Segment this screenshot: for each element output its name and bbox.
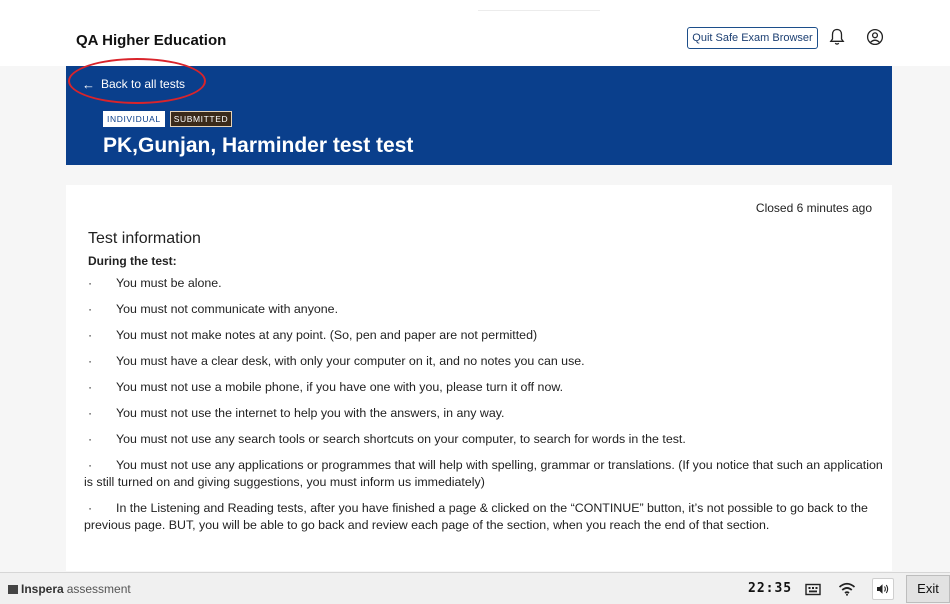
rule-item: · You must not use a mobile phone, if you… — [88, 380, 564, 394]
section-title: Test information — [88, 230, 201, 247]
inspera-logo: Inspera assessment — [8, 582, 131, 596]
back-to-all-tests-link[interactable]: ← Back to all tests — [82, 77, 185, 91]
keyboard-layout-icon[interactable] — [804, 581, 822, 597]
rule-item: · You must not communicate with anyone. — [88, 302, 339, 316]
rule-item: · You must not use the internet to help y… — [88, 406, 505, 420]
test-header-banner: ← Back to all tests INDIVIDUAL SUBMITTED… — [66, 66, 892, 165]
test-information-card: Closed 6 minutes ago Test information Du… — [66, 185, 892, 571]
clock: 22:35 — [748, 581, 793, 596]
rule-item: · You must have a clear desk, with only y… — [88, 354, 585, 368]
quit-safe-exam-browser-button[interactable]: Quit Safe Exam Browser — [687, 27, 818, 49]
test-title: PK,Gunjan, Harminder test test — [103, 134, 414, 157]
exam-browser-taskbar: Inspera assessment 22:35 Exit — [0, 572, 950, 604]
exit-button[interactable]: Exit — [906, 575, 950, 603]
rule-item: · You must not make notes at any point. (… — [88, 328, 538, 342]
rule-item: · You must be alone. — [88, 276, 222, 290]
page: QA Higher Education Quit Safe Exam Brows… — [0, 0, 950, 604]
top-bar: QA Higher Education Quit Safe Exam Brows… — [0, 0, 950, 66]
rule-item: · In the Listening and Reading tests, aft… — [84, 501, 868, 532]
rule-item: · You must not use any search tools or se… — [88, 432, 686, 446]
volume-icon[interactable] — [872, 578, 894, 600]
inspera-logo-icon — [8, 584, 18, 594]
submitted-badge: SUBMITTED — [169, 111, 233, 127]
divider — [478, 10, 600, 11]
badge-group: INDIVIDUAL SUBMITTED — [103, 111, 233, 127]
rules-subheading: During the test: — [88, 254, 177, 268]
rule-item: · You must not use any applications or pr… — [84, 458, 883, 489]
app-title: QA Higher Education — [76, 32, 227, 49]
arrow-left-icon: ← — [82, 76, 95, 92]
user-circle-icon[interactable] — [864, 26, 886, 48]
back-link-label: Back to all tests — [101, 77, 186, 91]
status-text: Closed 6 minutes ago — [755, 201, 872, 215]
bell-icon[interactable] — [826, 26, 848, 48]
rules-list: · You must be alone. · You must not commun… — [84, 275, 884, 543]
wifi-icon[interactable] — [838, 581, 856, 597]
individual-badge: INDIVIDUAL — [103, 111, 165, 127]
